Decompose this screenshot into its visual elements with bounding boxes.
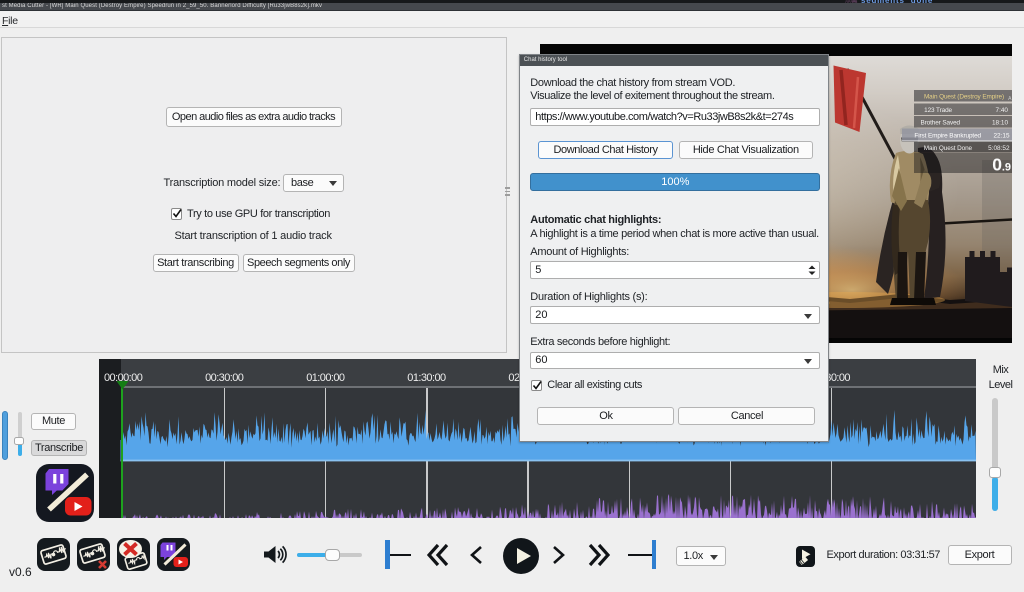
svg-text:0: 0	[992, 155, 1002, 175]
svg-text:7:40: 7:40	[996, 107, 1009, 114]
svg-text:.9: .9	[1002, 162, 1011, 174]
svg-text:18:10: 18:10	[992, 120, 1008, 127]
svg-text:5:08:52: 5:08:52	[988, 145, 1010, 152]
svg-text:Brother Saved: Brother Saved	[920, 120, 960, 127]
svg-text:Main Quest (Destroy Empire): Main Quest (Destroy Empire)	[924, 94, 1004, 101]
svg-text:Main Quest Done: Main Quest Done	[924, 145, 973, 152]
svg-text:22:15: 22:15	[994, 133, 1010, 140]
svg-text:A: A	[1008, 96, 1012, 102]
svg-text:123 Trade: 123 Trade	[924, 107, 952, 114]
svg-text:First Empire Bankrupted: First Empire Bankrupted	[914, 133, 981, 140]
